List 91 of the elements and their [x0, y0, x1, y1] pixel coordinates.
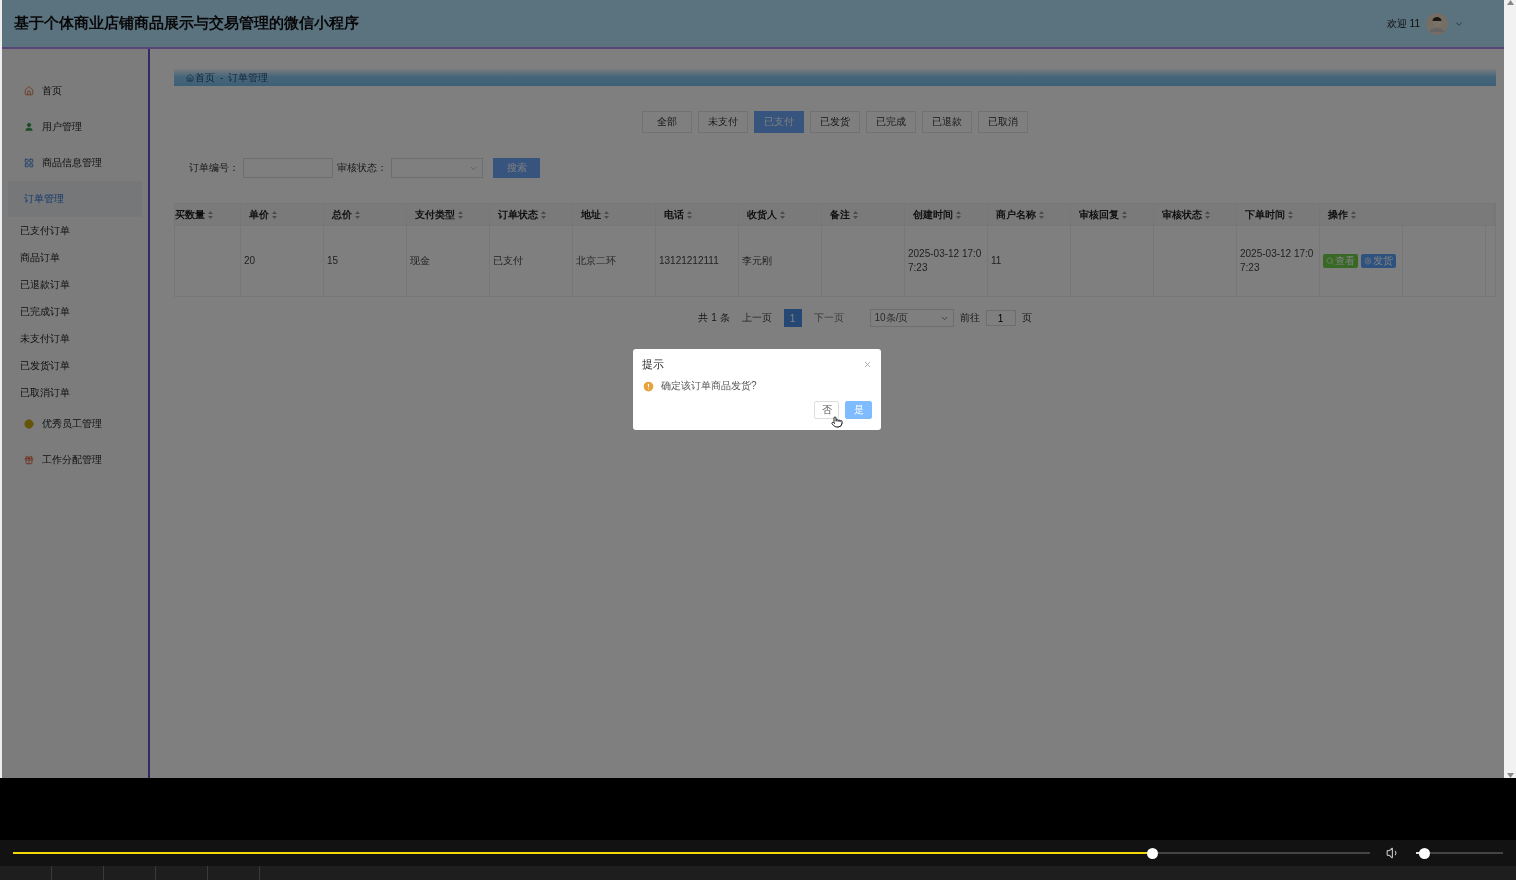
sort-icon[interactable]	[687, 210, 692, 219]
sidebar-item[interactable]: 首页	[8, 73, 142, 109]
column-header[interactable]: 备注	[822, 204, 905, 225]
app-title: 基于个体商业店铺商品展示与交易管理的微信小程序	[14, 14, 359, 33]
sidebar-item[interactable]: 工作分配管理	[8, 442, 142, 478]
column-header[interactable]: 收货人	[739, 204, 822, 225]
breadcrumb-link[interactable]: 首页	[186, 70, 215, 85]
column-header[interactable]: 单价	[241, 204, 324, 225]
home-icon	[186, 73, 194, 82]
sort-icon[interactable]	[956, 210, 961, 219]
settings-icon	[1364, 257, 1372, 265]
sidebar-subitem[interactable]: 已支付订单	[2, 217, 148, 244]
column-header[interactable]: 操作	[1320, 204, 1495, 225]
status-select[interactable]	[391, 158, 483, 178]
scroll-down-icon[interactable]	[1506, 773, 1514, 778]
table-cell-text: 20	[243, 254, 257, 268]
sidebar-subitem[interactable]: 已取消订单	[2, 379, 148, 406]
total-count: 共 1 条	[698, 311, 730, 325]
home-icon	[24, 86, 34, 96]
sort-icon[interactable]	[1205, 210, 1210, 219]
goto-page-field[interactable]: 1	[985, 310, 1016, 326]
sort-icon[interactable]	[355, 210, 360, 219]
sort-icon[interactable]	[458, 210, 463, 219]
circle-icon	[24, 419, 34, 429]
sort-icon[interactable]	[272, 210, 277, 219]
grid-icon	[24, 158, 34, 168]
volume-thumb[interactable]	[1419, 847, 1431, 859]
sort-icon[interactable]	[1288, 210, 1293, 219]
column-header[interactable]: 订单状态	[490, 204, 573, 225]
status-tab[interactable]: 全部	[642, 111, 692, 133]
cancel-button[interactable]: 否	[814, 401, 839, 419]
status-tab[interactable]: 已发货	[810, 111, 860, 133]
avatar-icon[interactable]	[1426, 12, 1448, 35]
sidebar-subitem[interactable]: 已发货订单	[2, 352, 148, 379]
sort-icon[interactable]	[780, 210, 785, 219]
scroll-up-icon[interactable]	[1506, 0, 1514, 5]
page-size-select[interactable]: 10条/页	[869, 309, 954, 327]
page-unit-label: 页	[1021, 311, 1032, 325]
field-label: 审核状态：	[337, 161, 387, 175]
sort-icon[interactable]	[541, 210, 546, 219]
column-header[interactable]: 地址	[573, 204, 656, 225]
column-header[interactable]: 商户名称	[988, 204, 1071, 225]
page-button[interactable]: 1	[783, 309, 802, 327]
dialog-title: 提示	[642, 356, 664, 372]
goto-label: 前往	[959, 311, 980, 325]
field-label: 订单编号：	[189, 161, 239, 175]
warning-icon	[642, 379, 655, 393]
table-cell-text: 13121212111	[658, 254, 720, 268]
sidebar-subitem[interactable]: 已完成订单	[2, 298, 148, 325]
user-icon	[24, 122, 34, 132]
table-cell-text: 李元刚	[741, 254, 773, 268]
status-tab[interactable]: 已取消	[978, 111, 1028, 133]
sidebar-item[interactable]: 商品信息管理	[8, 145, 142, 181]
progress-thumb[interactable]	[1147, 847, 1159, 859]
sidebar-item[interactable]: 优秀员工管理	[8, 406, 142, 442]
column-header[interactable]: 买数量	[175, 204, 241, 225]
column-header[interactable]: 创建时间	[905, 204, 988, 225]
gift-icon	[24, 455, 34, 465]
sort-icon[interactable]	[1351, 210, 1356, 219]
welcome-text: 欢迎 11	[1386, 16, 1420, 31]
sidebar-item[interactable]: 订单管理	[8, 181, 142, 217]
table-cell-text: 北京二环	[575, 254, 617, 268]
column-header[interactable]: 总价	[324, 204, 407, 225]
search-icon	[1326, 257, 1334, 265]
scrollbar[interactable]	[1504, 0, 1516, 778]
table-cell-text: 11	[990, 254, 1003, 268]
column-header[interactable]: 下单时间	[1237, 204, 1320, 225]
table-cell-text: 2025-03-12 17:07:23	[1239, 247, 1315, 275]
column-header[interactable]: 电话	[656, 204, 739, 225]
sidebar-subitem[interactable]: 未支付订单	[2, 325, 148, 352]
table-cell-text: 2025-03-12 17:07:23	[907, 247, 983, 275]
sort-icon[interactable]	[1039, 210, 1044, 219]
sidebar-item[interactable]: 用户管理	[8, 109, 142, 145]
sidebar-subitem[interactable]: 已退款订单	[2, 271, 148, 298]
close-icon[interactable]	[863, 359, 872, 369]
table-cell-text: 15	[326, 254, 340, 268]
status-tab[interactable]: 已完成	[866, 111, 916, 133]
sort-icon[interactable]	[1122, 210, 1127, 219]
column-header[interactable]: 审核回复	[1071, 204, 1154, 225]
table-cell-text: 已支付	[492, 254, 524, 268]
table-cell-text: 现金	[409, 254, 431, 268]
dialog-message: 确定该订单商品发货?	[661, 379, 757, 393]
sort-icon[interactable]	[853, 210, 858, 219]
status-tab[interactable]: 未支付	[698, 111, 748, 133]
column-header[interactable]: 支付类型	[407, 204, 490, 225]
status-tab[interactable]: 已退款	[922, 111, 972, 133]
breadcrumb-separator: -	[220, 72, 224, 83]
sort-icon[interactable]	[604, 210, 609, 219]
sidebar-subitem[interactable]: 商品订单	[2, 244, 148, 271]
sort-icon[interactable]	[208, 210, 213, 219]
column-header[interactable]: 审核状态	[1154, 204, 1237, 225]
